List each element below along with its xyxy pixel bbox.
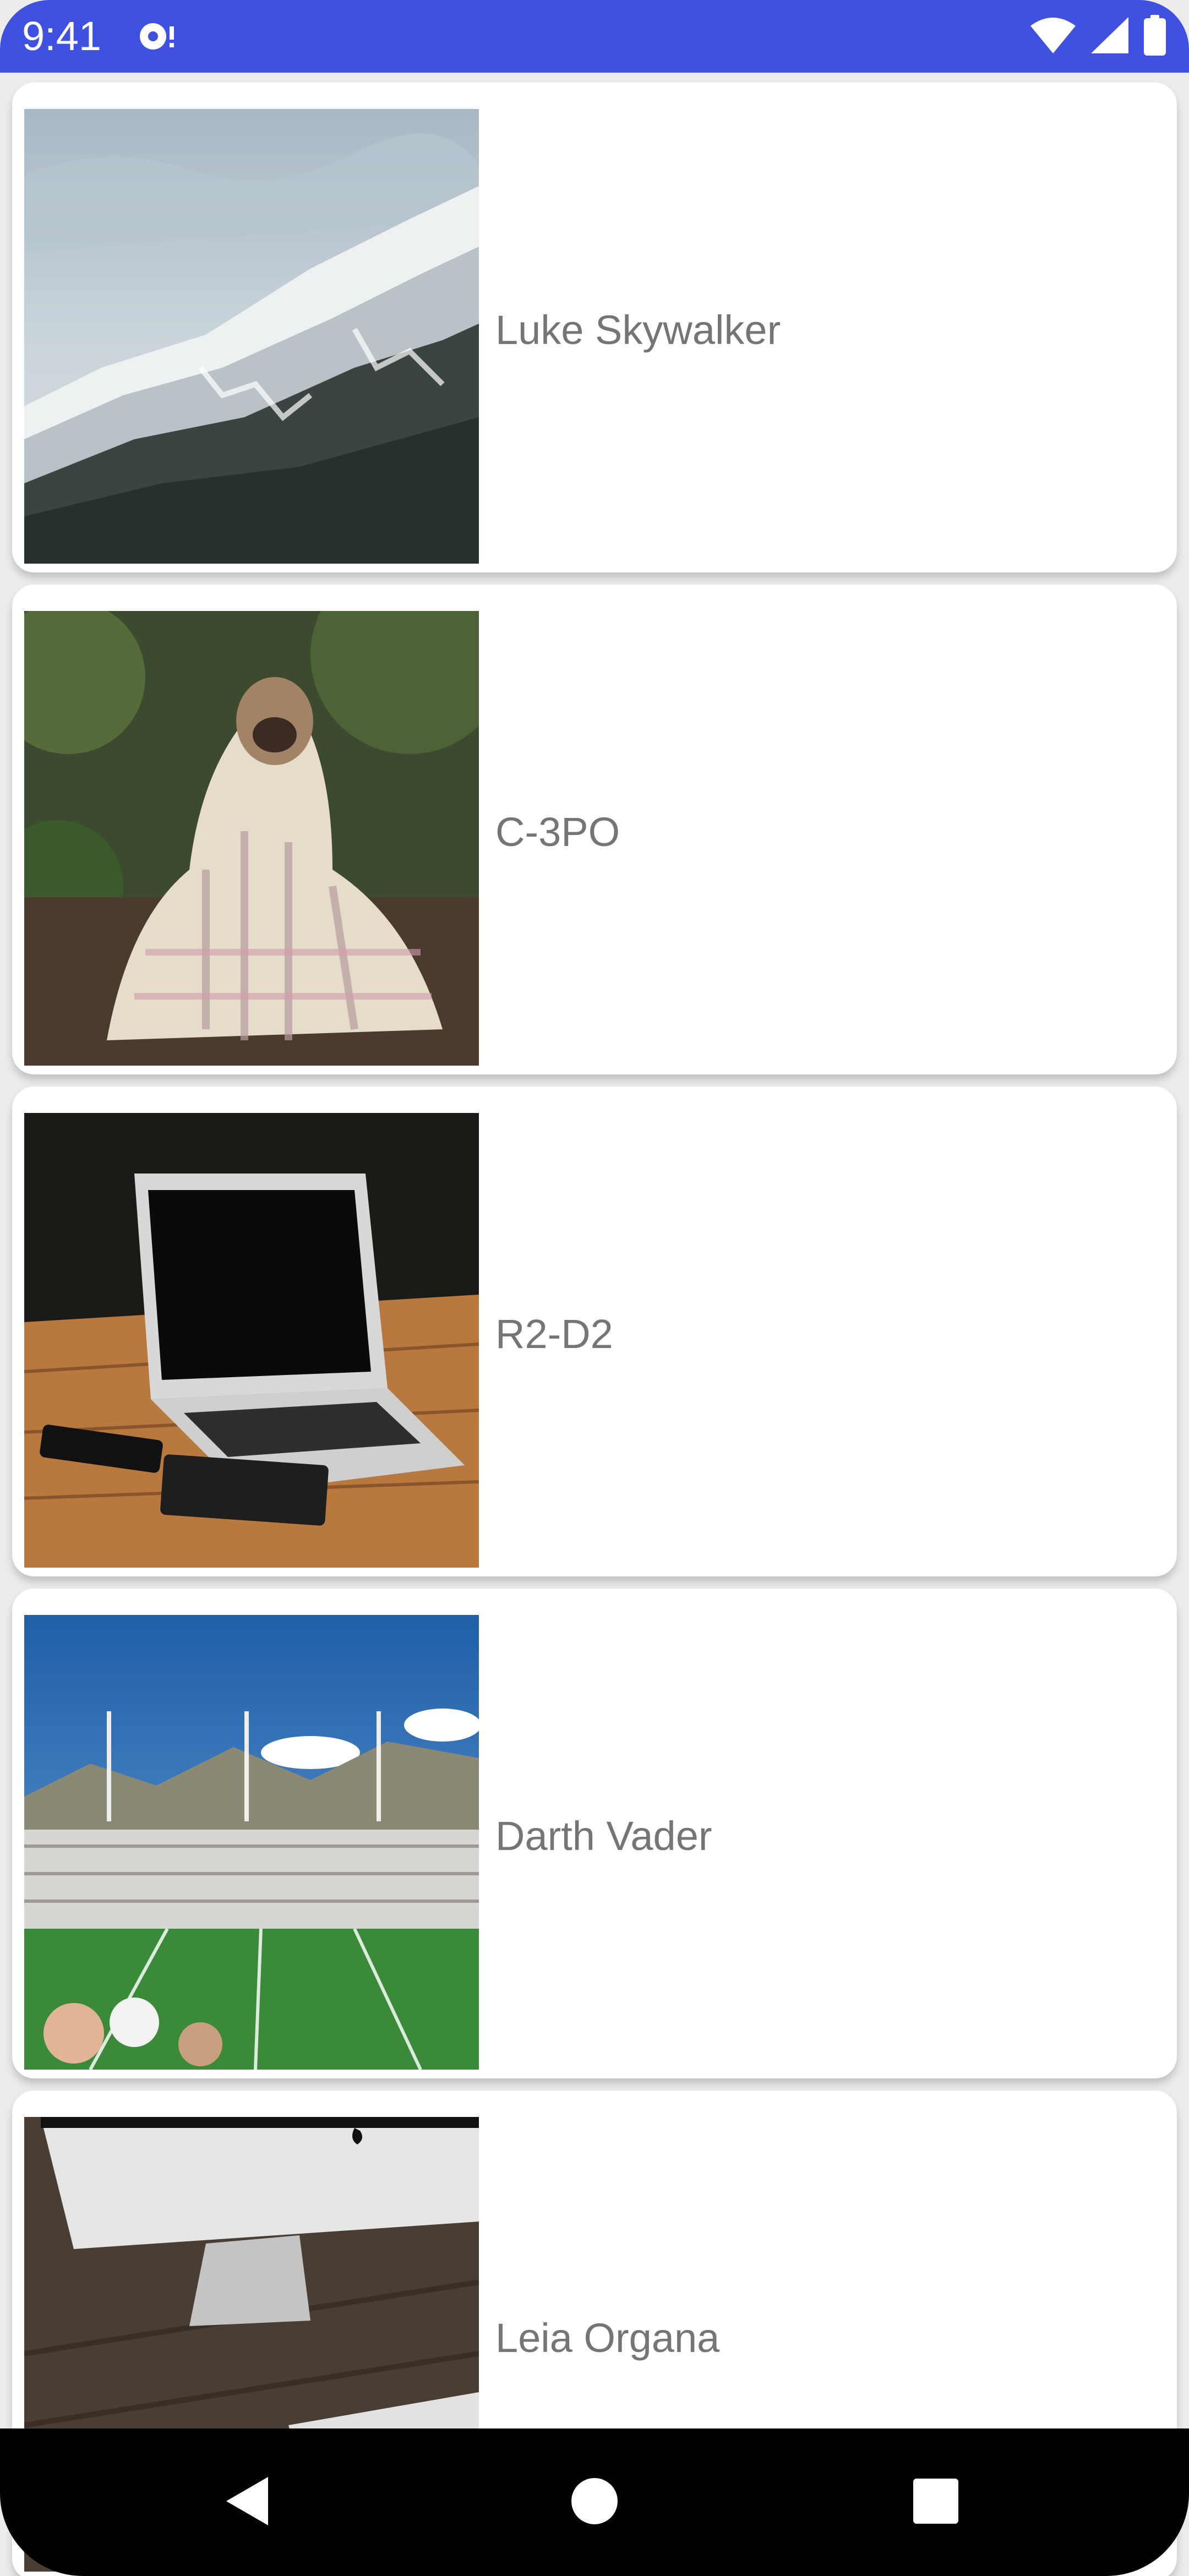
recents-icon (912, 2477, 959, 2528)
laptop-on-desk-photo (24, 1113, 479, 1568)
snowy-mountain-photo (24, 109, 479, 564)
list-item[interactable]: Luke Skywalker (12, 83, 1177, 572)
wifi-icon (1029, 16, 1077, 57)
item-name: Luke Skywalker (495, 307, 781, 353)
battery-icon (1143, 14, 1167, 58)
status-bar: 9:41 (0, 0, 1189, 73)
item-name: R2-D2 (495, 1311, 613, 1357)
home-button[interactable] (528, 2428, 661, 2576)
item-name: C-3PO (495, 809, 620, 855)
recents-button[interactable] (870, 2428, 1002, 2576)
list-item[interactable]: Darth Vader (12, 1589, 1177, 2078)
item-name: Leia Organa (495, 2315, 720, 2361)
notification-icon (138, 19, 182, 54)
list-item[interactable]: R2-D2 (12, 1087, 1177, 1576)
screen: 9:41 Luke Skywalker C-3PO R2-D2 Darth Va… (0, 0, 1189, 2576)
home-icon (570, 2476, 619, 2529)
list-item[interactable]: C-3PO (12, 585, 1177, 1074)
back-icon (223, 2474, 272, 2531)
pug-in-blanket-photo (24, 611, 479, 1066)
navigation-bar (0, 2428, 1189, 2576)
status-time: 9:41 (22, 13, 102, 59)
back-button[interactable] (182, 2428, 314, 2576)
cell-signal-icon (1090, 16, 1130, 57)
item-name: Darth Vader (495, 1813, 712, 1859)
stadium-crowd-photo (24, 1615, 479, 2070)
